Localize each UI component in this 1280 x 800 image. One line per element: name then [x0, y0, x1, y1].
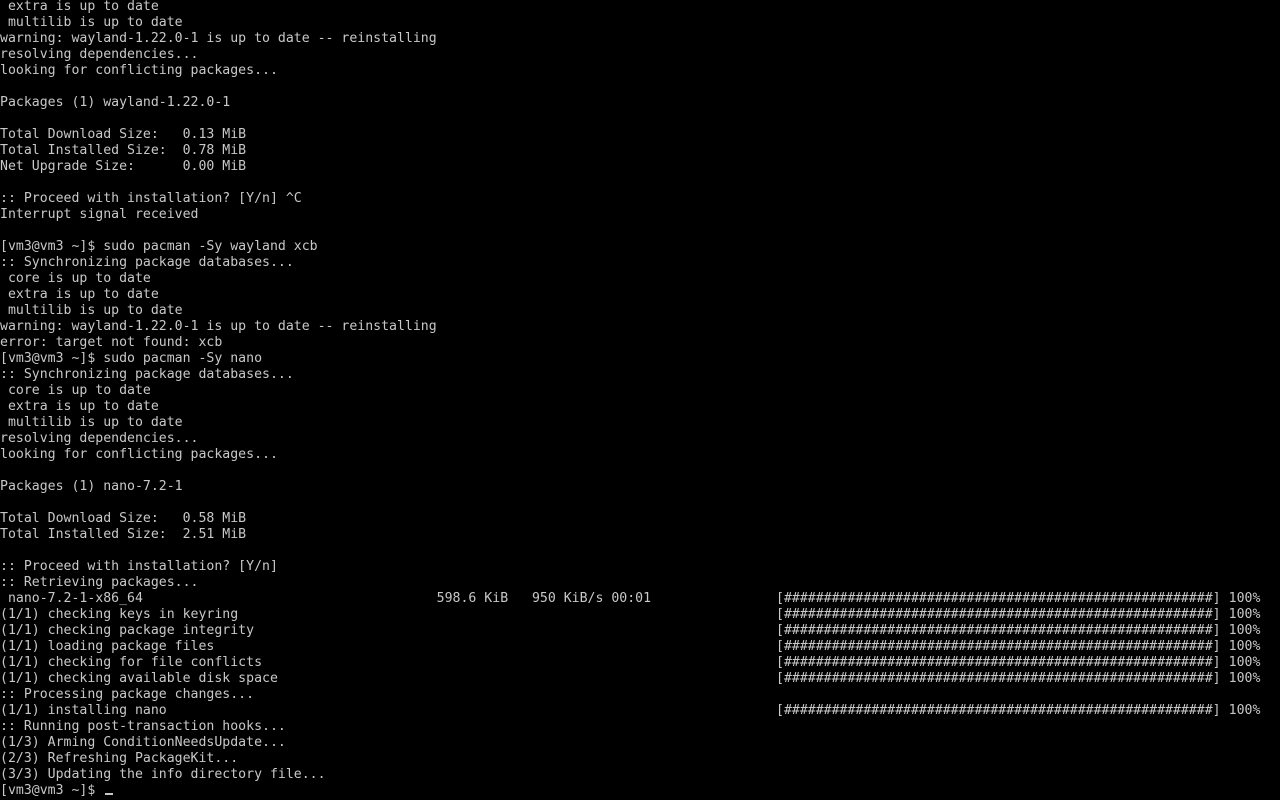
terminal-line: resolving dependencies...: [0, 47, 199, 62]
hook-step-line: (2/3) Refreshing PackageKit...: [0, 751, 239, 766]
download-progress-row: nano-7.2-1-x86_64 598.6 KiB 950 KiB/s 00…: [0, 591, 1280, 607]
terminal-line: extra is up to date: [0, 0, 159, 14]
check-progress-percent: 100%: [1228, 639, 1261, 654]
tty-console-screen[interactable]: extra is up to date multilib is up to da…: [0, 0, 1280, 800]
terminal-line: looking for conflicting packages...: [0, 447, 278, 462]
check-progress-label: (1/1) checking for file conflicts: [0, 655, 263, 670]
warning-line: warning: wayland-1.22.0-1 is up to date …: [0, 31, 437, 46]
terminal-line: :: Synchronizing package databases...: [0, 367, 294, 382]
terminal-line: multilib is up to date: [0, 303, 183, 318]
terminal-line: extra is up to date: [0, 287, 159, 302]
install-progress-row: (1/1) installing nano [#################…: [0, 703, 1280, 719]
download-progress-bar: [#######################################…: [776, 591, 1221, 606]
command-prompt[interactable]: [vm3@vm3 ~]$: [0, 783, 1280, 799]
check-progress-row: (1/1) checking keys in keyring [########…: [0, 607, 1280, 623]
download-progress-percent: 100%: [1228, 591, 1261, 606]
check-progress-percent: 100%: [1228, 623, 1261, 638]
upgrade-size-line: Net Upgrade Size: 0.00 MiB: [0, 159, 247, 174]
download-size-line: Total Download Size: 0.58 MiB: [0, 511, 247, 526]
error-line: error: target not found: xcb: [0, 335, 223, 350]
check-progress-row: (1/1) checking package integrity [######…: [0, 623, 1280, 639]
check-progress-label: (1/1) checking package integrity: [0, 623, 255, 638]
install-progress-bar: [#######################################…: [776, 703, 1221, 718]
hook-step-line: (3/3) Updating the info directory file..…: [0, 767, 326, 782]
download-progress-label: nano-7.2-1-x86_64 598.6 KiB 950 KiB/s 00…: [0, 591, 652, 606]
check-progress-label: (1/1) checking keys in keyring: [0, 607, 239, 622]
proceed-prompt-line: :: Proceed with installation? [Y/n]: [0, 559, 278, 574]
install-progress-percent: 100%: [1228, 703, 1261, 718]
prompt-text: [vm3@vm3 ~]$: [0, 783, 104, 798]
hooks-line: :: Running post-transaction hooks...: [0, 719, 286, 734]
terminal-line: multilib is up to date: [0, 415, 183, 430]
check-progress-bar: [#######################################…: [776, 671, 1221, 686]
terminal-output: extra is up to date multilib is up to da…: [0, 0, 1280, 799]
packages-line: Packages (1) nano-7.2-1: [0, 479, 183, 494]
command-line: [vm3@vm3 ~]$ sudo pacman -Sy nano: [0, 351, 263, 366]
check-progress-bar: [#######################################…: [776, 607, 1221, 622]
terminal-line: Interrupt signal received: [0, 207, 199, 222]
terminal-line: looking for conflicting packages...: [0, 63, 278, 78]
output-bottom-block: :: Running post-transaction hooks... (1/…: [0, 719, 1280, 783]
terminal-line: :: Synchronizing package databases...: [0, 255, 294, 270]
packages-line: Packages (1) wayland-1.22.0-1: [0, 95, 231, 110]
proceed-prompt-line: :: Proceed with installation? [Y/n] ^C: [0, 191, 302, 206]
check-progress-percent: 100%: [1228, 655, 1261, 670]
command-line: [vm3@vm3 ~]$ sudo pacman -Sy wayland xcb: [0, 239, 318, 254]
check-progress-label: (1/1) checking available disk space: [0, 671, 278, 686]
text-cursor: [105, 793, 114, 795]
hook-step-line: (1/3) Arming ConditionNeedsUpdate...: [0, 735, 286, 750]
check-progress-row: (1/1) checking available disk space [###…: [0, 671, 1280, 687]
install-progress-label: (1/1) installing nano: [0, 703, 167, 718]
installed-size-line: Total Installed Size: 0.78 MiB: [0, 143, 247, 158]
download-size-line: Total Download Size: 0.13 MiB: [0, 127, 247, 142]
output-top-block: extra is up to date multilib is up to da…: [0, 0, 1280, 591]
terminal-line: extra is up to date: [0, 399, 159, 414]
check-progress-bar: [#######################################…: [776, 623, 1221, 638]
terminal-line: multilib is up to date: [0, 15, 183, 30]
check-progress-percent: 100%: [1228, 671, 1261, 686]
processing-line: :: Processing package changes...: [0, 687, 255, 702]
terminal-line: resolving dependencies...: [0, 431, 199, 446]
check-progress-label: (1/1) loading package files: [0, 639, 215, 654]
check-progress-bar: [#######################################…: [776, 655, 1221, 670]
check-progress-bar: [#######################################…: [776, 639, 1221, 654]
check-progress-row: (1/1) loading package files [###########…: [0, 639, 1280, 655]
check-progress-row: (1/1) checking for file conflicts [#####…: [0, 655, 1280, 671]
warning-line: warning: wayland-1.22.0-1 is up to date …: [0, 319, 437, 334]
terminal-line: core is up to date: [0, 271, 151, 286]
terminal-line: core is up to date: [0, 383, 151, 398]
check-progress-percent: 100%: [1228, 607, 1261, 622]
terminal-line: :: Retrieving packages...: [0, 575, 199, 590]
installed-size-line: Total Installed Size: 2.51 MiB: [0, 527, 247, 542]
